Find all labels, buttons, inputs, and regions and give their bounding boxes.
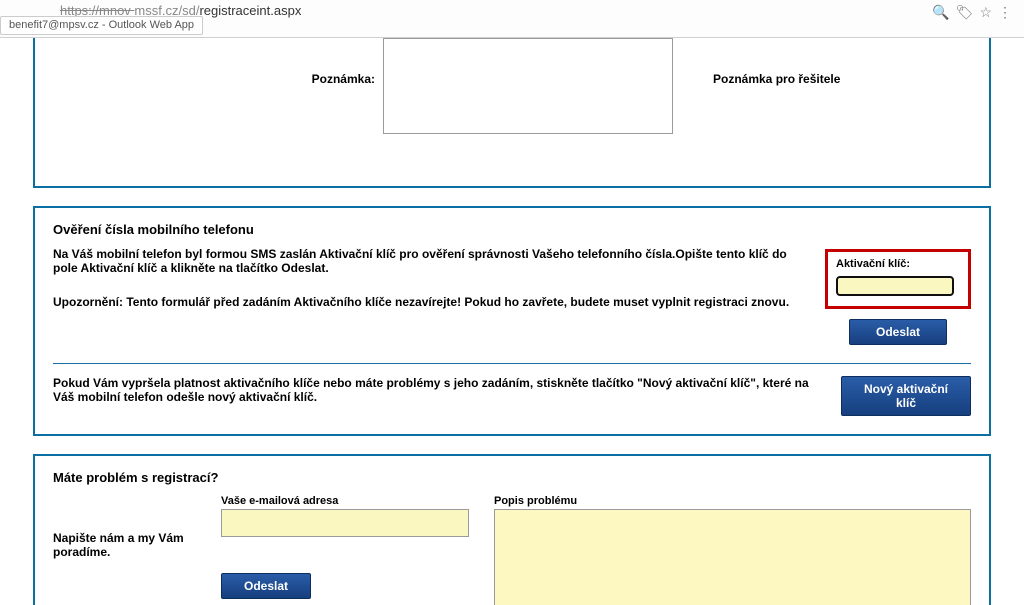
problem-send-button[interactable]: Odeslat	[221, 573, 311, 599]
menu-icon[interactable]: ⋮	[998, 4, 1018, 20]
verify-paragraph-2: Upozornění: Tento formulář před zadáním …	[53, 295, 807, 309]
status-tooltip: benefit7@mpsv.cz - Outlook Web App	[0, 16, 203, 35]
activation-key-box: Aktivační klíč:	[825, 249, 971, 309]
activation-key-label: Aktivační klíč:	[836, 258, 960, 270]
divider	[53, 363, 971, 364]
browser-icons: 🔍🏷☆⋮	[932, 4, 1018, 21]
browser-chrome: https://mnov mssf.cz/sd/registraceint.as…	[0, 0, 1024, 38]
note-textarea[interactable]	[383, 38, 673, 134]
problem-email-input[interactable]	[221, 509, 469, 537]
panel-problem: Máte problém s registrací? Napište nám a…	[33, 454, 991, 605]
tag-icon[interactable]: 🏷	[956, 4, 980, 20]
panel-verify: Ověření čísla mobilního telefonu Na Váš …	[33, 206, 991, 436]
star-icon[interactable]: ☆	[979, 4, 998, 20]
activation-key-input[interactable]	[836, 276, 954, 296]
newkey-text: Pokud Vám vypršela platnost aktivačního …	[53, 376, 823, 404]
panel-notes: Poznámka: Poznámka pro řešitele	[33, 38, 991, 188]
new-activation-key-button[interactable]: Nový aktivační klíč	[841, 376, 971, 416]
resolver-note-label: Poznámka pro řešitele	[673, 38, 840, 86]
verify-paragraph-1: Na Váš mobilní telefon byl formou SMS za…	[53, 247, 807, 275]
problem-title: Máte problém s registrací?	[53, 470, 971, 485]
verify-title: Ověření čísla mobilního telefonu	[53, 222, 971, 237]
problem-desc-textarea[interactable]	[494, 509, 971, 605]
problem-email-label: Vaše e-mailová adresa	[221, 495, 476, 507]
page-scroll[interactable]: Poznámka: Poznámka pro řešitele Ověření …	[0, 38, 1024, 605]
problem-help-text: Napište nám a my Vám poradíme.	[53, 495, 203, 559]
send-activation-button[interactable]: Odeslat	[849, 319, 947, 345]
zoom-icon[interactable]: 🔍	[932, 4, 955, 20]
note-label: Poznámka:	[53, 38, 383, 86]
center-column: Poznámka: Poznámka pro řešitele Ověření …	[23, 38, 1001, 605]
url-path-end: registraceint.aspx	[199, 3, 301, 18]
problem-desc-label: Popis problému	[494, 495, 971, 507]
